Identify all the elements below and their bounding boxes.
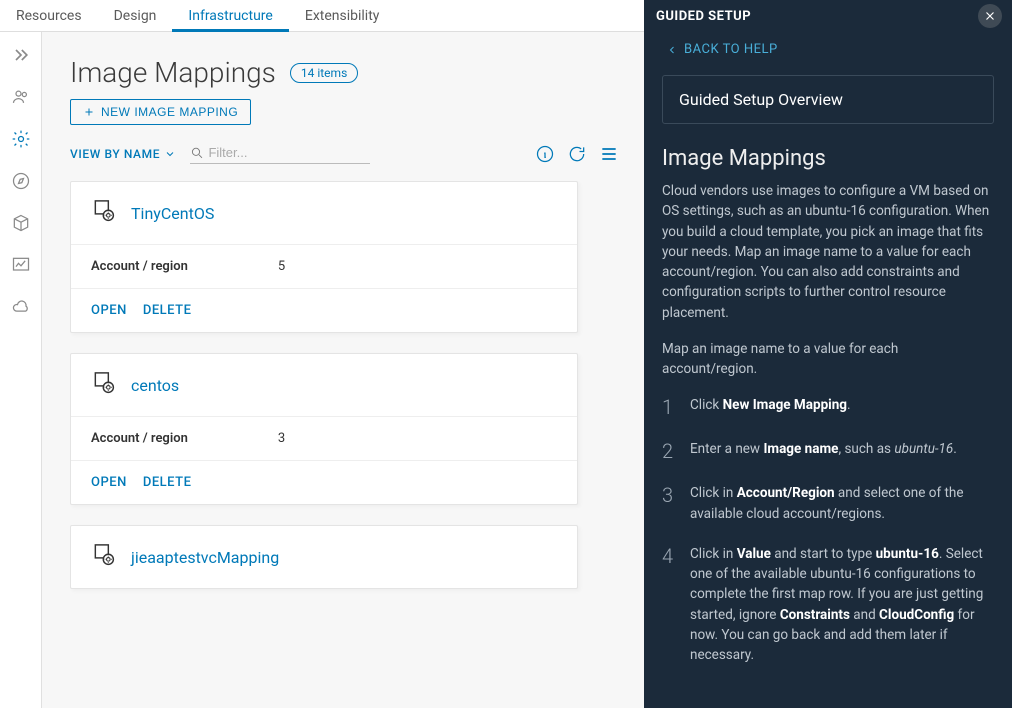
step-text: Click New Image Mapping. — [690, 395, 994, 419]
help-header: GUIDED SETUP — [644, 0, 1012, 32]
filter-search[interactable] — [190, 145, 370, 164]
chevron-down-icon — [164, 148, 176, 160]
delete-button[interactable]: DELETE — [143, 475, 192, 490]
sidebar-item-monitor[interactable] — [10, 254, 32, 276]
tab-resources[interactable]: Resources — [0, 0, 98, 31]
sidebar-item-config[interactable] — [10, 128, 32, 150]
card-title-link[interactable]: centos — [131, 376, 179, 395]
open-button[interactable]: OPEN — [91, 303, 127, 318]
step-text: Click in Account/Region and select one o… — [690, 483, 994, 524]
info-button[interactable] — [534, 143, 556, 165]
users-icon — [11, 87, 31, 107]
filter-input[interactable] — [208, 145, 370, 160]
list-icon — [599, 144, 619, 164]
page-title: Image Mappings — [70, 56, 276, 89]
cards-list[interactable]: TinyCentOS Account / region 5 OPEN DELET… — [70, 181, 644, 708]
close-icon — [983, 9, 997, 23]
card-title-link[interactable]: TinyCentOS — [131, 204, 214, 223]
step-number: 3 — [662, 483, 678, 524]
close-help-button[interactable] — [978, 4, 1002, 28]
refresh-icon — [567, 144, 587, 164]
chevron-left-icon — [666, 44, 678, 56]
account-region-label: Account / region — [91, 259, 188, 274]
expand-sidebar-button[interactable] — [10, 44, 32, 66]
help-section-title: Image Mappings — [662, 146, 994, 171]
image-mapping-card: TinyCentOS Account / region 5 OPEN DELET… — [70, 181, 578, 333]
step-text: Click in Value and start to type ubuntu-… — [690, 544, 994, 666]
compass-icon — [11, 171, 31, 191]
items-count-badge: 14 items — [290, 63, 358, 83]
help-paragraph: Cloud vendors use images to configure a … — [662, 181, 994, 323]
account-region-value: 5 — [278, 259, 285, 274]
guided-setup-overview-button[interactable]: Guided Setup Overview — [662, 75, 994, 124]
list-view-button[interactable] — [598, 143, 620, 165]
account-region-value: 3 — [278, 431, 285, 446]
cloud-icon — [11, 297, 31, 317]
left-sidebar — [0, 32, 42, 708]
sidebar-item-users[interactable] — [10, 86, 32, 108]
step-text: Enter a new Image name, such as ubuntu-1… — [690, 439, 994, 463]
open-button[interactable]: OPEN — [91, 475, 127, 490]
tab-infrastructure[interactable]: Infrastructure — [172, 0, 288, 31]
help-step: 3 Click in Account/Region and select one… — [662, 483, 994, 524]
sidebar-item-box[interactable] — [10, 212, 32, 234]
tab-extensibility[interactable]: Extensibility — [289, 0, 396, 31]
back-to-help-label: BACK TO HELP — [684, 42, 778, 57]
step-number: 1 — [662, 395, 678, 419]
delete-button[interactable]: DELETE — [143, 303, 192, 318]
gear-icon — [11, 129, 31, 149]
chart-icon — [11, 255, 31, 275]
cube-icon — [11, 213, 31, 233]
back-to-help-link[interactable]: BACK TO HELP — [662, 42, 994, 57]
search-icon — [190, 145, 204, 161]
help-paragraph: Map an image name to a value for each ac… — [662, 339, 994, 380]
card-title-link[interactable]: jieaaptestvcMapping — [131, 548, 279, 567]
help-header-title: GUIDED SETUP — [656, 9, 751, 24]
help-panel: GUIDED SETUP BACK TO HELP Guided Setup O… — [644, 32, 1012, 708]
help-step: 1 Click New Image Mapping. — [662, 395, 994, 419]
sidebar-item-compass[interactable] — [10, 170, 32, 192]
account-region-label: Account / region — [91, 431, 188, 446]
image-mapping-card: centos Account / region 3 OPEN DELETE — [70, 353, 578, 505]
chevron-double-right-icon — [11, 45, 31, 65]
main-content: Image Mappings 14 items NEW IMAGE MAPPIN… — [42, 32, 644, 708]
help-step: 2 Enter a new Image name, such as ubuntu… — [662, 439, 994, 463]
step-number: 4 — [662, 544, 678, 666]
sidebar-item-cloud[interactable] — [10, 296, 32, 318]
plus-icon — [83, 106, 95, 118]
view-by-label: VIEW BY NAME — [70, 147, 160, 161]
tab-design[interactable]: Design — [98, 0, 173, 31]
image-mapping-card: jieaaptestvcMapping — [70, 525, 578, 589]
view-by-dropdown[interactable]: VIEW BY NAME — [70, 147, 176, 161]
image-stack-icon — [91, 370, 117, 400]
image-stack-icon — [91, 198, 117, 228]
new-image-mapping-label: NEW IMAGE MAPPING — [101, 105, 238, 119]
step-number: 2 — [662, 439, 678, 463]
image-stack-icon — [91, 542, 117, 572]
new-image-mapping-button[interactable]: NEW IMAGE MAPPING — [70, 99, 251, 125]
info-icon — [535, 144, 555, 164]
help-step: 4 Click in Value and start to type ubunt… — [662, 544, 994, 666]
refresh-button[interactable] — [566, 143, 588, 165]
